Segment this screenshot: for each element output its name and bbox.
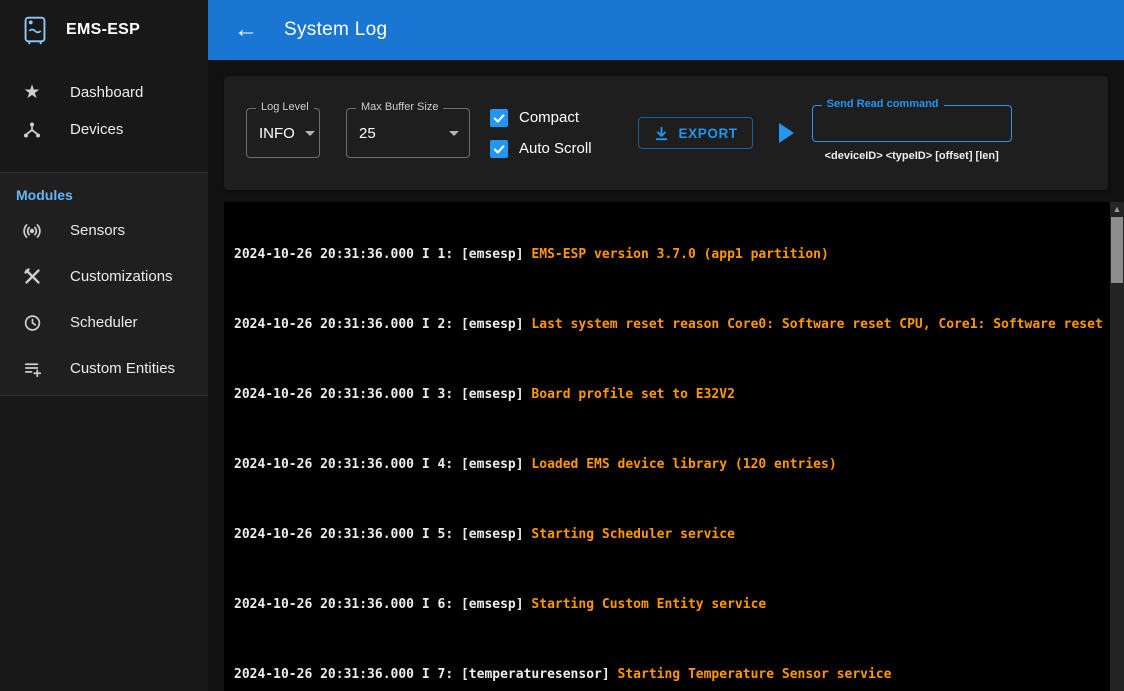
checkbox-label: Auto Scroll — [519, 140, 592, 157]
log-prefix: 2024-10-26 20:31:36.000 I 4: [emsesp] — [234, 457, 531, 472]
sidebar-item-scheduler[interactable]: Scheduler — [0, 299, 208, 345]
app-logo-icon — [18, 13, 52, 47]
clock-icon — [20, 312, 44, 333]
playlist-add-icon — [20, 358, 44, 379]
device-hub-icon — [20, 120, 44, 140]
log-prefix: 2024-10-26 20:31:36.000 I 1: [emsesp] — [234, 247, 531, 262]
log-prefix: 2024-10-26 20:31:36.000 I 3: [emsesp] — [234, 387, 531, 402]
app-logo-row: EMS-ESP — [0, 0, 208, 60]
scrollbar-thumb[interactable] — [1111, 217, 1123, 283]
log-line: 2024-10-26 20:31:36.000 I 4: [emsesp] Lo… — [234, 456, 1112, 474]
main-nav: ★ Dashboard Devices — [0, 60, 208, 172]
back-arrow-icon[interactable]: ← — [234, 18, 258, 42]
log-message: Starting Scheduler service — [531, 527, 735, 542]
app-title: EMS-ESP — [66, 21, 140, 39]
sidebar-item-devices[interactable]: Devices — [0, 111, 208, 148]
sidebar-item-custom-entities[interactable]: Custom Entities — [0, 345, 208, 391]
checkbox-checked-icon[interactable] — [490, 140, 508, 158]
scrollbar-up-arrow-icon[interactable]: ▲ — [1110, 204, 1124, 214]
log-toolbar: Log Level INFO Max Buffer Size 25 Compac… — [224, 76, 1108, 190]
send-read-group: Send Read command <deviceID> <typeID> [o… — [812, 105, 1012, 162]
log-message: Starting Temperature Sensor service — [618, 667, 892, 682]
log-level-value: INFO — [259, 125, 295, 142]
tools-icon — [20, 266, 44, 286]
sidebar-item-label: Devices — [70, 121, 123, 138]
log-level-select[interactable]: Log Level INFO — [246, 108, 320, 158]
sidebar-item-label: Customizations — [70, 268, 173, 285]
sidebar-item-customizations[interactable]: Customizations — [0, 253, 208, 299]
log-line: 2024-10-26 20:31:36.000 I 5: [emsesp] St… — [234, 526, 1112, 544]
content: Log Level INFO Max Buffer Size 25 Compac… — [208, 60, 1124, 691]
sensors-icon — [20, 219, 44, 241]
send-play-button[interactable] — [779, 123, 794, 143]
modules-section-title: Modules — [0, 187, 208, 207]
export-button-label: EXPORT — [679, 126, 738, 141]
checkbox-checked-icon[interactable] — [490, 109, 508, 127]
download-icon — [653, 125, 670, 142]
log-line: 2024-10-26 20:31:36.000 I 6: [emsesp] St… — [234, 596, 1112, 614]
max-buffer-select[interactable]: Max Buffer Size 25 — [346, 108, 470, 158]
sidebar-item-label: Scheduler — [70, 314, 138, 331]
log-line: 2024-10-26 20:31:36.000 I 2: [emsesp] La… — [234, 316, 1112, 334]
star-icon: ★ — [20, 83, 44, 102]
log-prefix: 2024-10-26 20:31:36.000 I 2: [emsesp] — [234, 317, 531, 332]
checkbox-label: Compact — [519, 109, 579, 126]
log-message: Loaded EMS device library (120 entries) — [531, 457, 836, 472]
sidebar-item-label: Dashboard — [70, 84, 143, 101]
compact-checkbox-row[interactable]: Compact — [490, 109, 592, 127]
log-prefix: 2024-10-26 20:31:36.000 I 6: [emsesp] — [234, 597, 531, 612]
autoscroll-checkbox-row[interactable]: Auto Scroll — [490, 140, 592, 158]
log-message: Last system reset reason Core0: Software… — [531, 317, 1102, 332]
log-prefix: 2024-10-26 20:31:36.000 I 5: [emsesp] — [234, 527, 531, 542]
send-read-label: Send Read command — [822, 98, 944, 110]
send-read-input[interactable] — [813, 106, 1011, 141]
chevron-down-icon — [305, 131, 315, 136]
sidebar-item-dashboard[interactable]: ★ Dashboard — [0, 74, 208, 111]
log-level-label: Log Level — [256, 101, 314, 113]
sidebar: EMS-ESP ★ Dashboard Devices Modules — [0, 0, 208, 691]
app-bar: ← System Log — [208, 0, 1124, 60]
export-button[interactable]: EXPORT — [638, 117, 753, 149]
checkbox-group: Compact Auto Scroll — [490, 109, 592, 158]
sidebar-item-label: Sensors — [70, 222, 125, 239]
send-read-helper: <deviceID> <typeID> [offset] [len] — [825, 150, 999, 162]
page-title: System Log — [284, 19, 387, 41]
log-line: 2024-10-26 20:31:36.000 I 3: [emsesp] Bo… — [234, 386, 1112, 404]
send-read-field: Send Read command — [812, 105, 1012, 142]
log-message: EMS-ESP version 3.7.0 (app1 partition) — [531, 247, 828, 262]
sidebar-item-sensors[interactable]: Sensors — [0, 207, 208, 253]
log-message: Starting Custom Entity service — [531, 597, 766, 612]
log-scrollbar[interactable]: ▲ — [1110, 202, 1124, 691]
log-console: 2024-10-26 20:31:36.000 I 1: [emsesp] EM… — [224, 202, 1124, 691]
max-buffer-value: 25 — [359, 125, 376, 142]
log-line: 2024-10-26 20:31:36.000 I 7: [temperatur… — [234, 666, 1112, 684]
modules-group: Modules Sensors Cus — [0, 172, 208, 396]
log-lines: 2024-10-26 20:31:36.000 I 1: [emsesp] EM… — [224, 202, 1124, 691]
max-buffer-label: Max Buffer Size — [356, 101, 443, 113]
main: ← System Log Log Level INFO Max Buffer S… — [208, 0, 1124, 691]
log-message: Board profile set to E32V2 — [531, 387, 735, 402]
log-prefix: 2024-10-26 20:31:36.000 I 7: [temperatur… — [234, 667, 618, 682]
chevron-down-icon — [449, 131, 459, 136]
log-line: 2024-10-26 20:31:36.000 I 1: [emsesp] EM… — [234, 246, 1112, 264]
sidebar-item-label: Custom Entities — [70, 360, 175, 377]
